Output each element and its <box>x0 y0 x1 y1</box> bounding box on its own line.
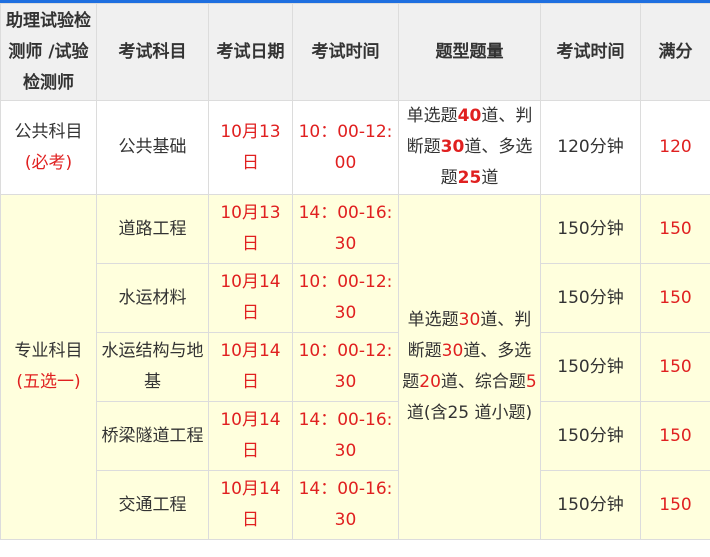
header-subject: 考试科目 <box>96 3 209 101</box>
major-date: 10月14日 <box>208 401 293 471</box>
major-question-types: 单选题30道、判断题30道、多选题20道、综合题5道(含25 道小题) <box>398 194 541 540</box>
table-row-major-5: 交通工程 10月14日 14：00-16:30 150分钟 150 <box>1 470 710 540</box>
major-subject: 桥梁隧道工程 <box>96 401 209 471</box>
major-score: 150 <box>640 194 710 264</box>
major-time: 10：00-12:30 <box>292 263 399 333</box>
header-date: 考试日期 <box>208 3 293 101</box>
public-group-cell: 公共科目 (必考) <box>0 100 97 195</box>
table-row-major-4: 桥梁隧道工程 10月14日 14：00-16:30 150分钟 150 <box>1 401 710 471</box>
major-group-cell: 专业科目 (五选一) <box>0 194 97 540</box>
major-subject: 交通工程 <box>96 470 209 540</box>
major-score: 150 <box>640 263 710 333</box>
exam-schedule-table: 助理试验检测师 /试验检测师 考试科目 考试日期 考试时间 题型题量 考试时间 … <box>0 3 710 540</box>
table-row-major-1: 专业科目 (五选一) 道路工程 10月13日 14：00-16:30 单选题30… <box>0 194 710 540</box>
major-time: 14：00-16:30 <box>292 194 399 264</box>
major-duration: 150分钟 <box>540 332 641 402</box>
header-time: 考试时间 <box>292 3 399 101</box>
major-group-note: (五选一) <box>16 372 81 392</box>
header-row: 助理试验检测师 /试验检测师 考试科目 考试日期 考试时间 题型题量 考试时间 … <box>0 3 710 101</box>
major-subject: 道路工程 <box>96 194 209 264</box>
public-question-types: 单选题40道、判断题30道、多选题25道 <box>398 100 541 195</box>
header-question-types: 题型题量 <box>398 3 541 101</box>
public-subject: 公共基础 <box>96 100 209 195</box>
table-row-major-3: 水运结构与地基 10月14日 10：00-12:30 150分钟 150 <box>1 332 710 402</box>
major-duration: 150分钟 <box>540 401 641 471</box>
major-subject: 水运材料 <box>96 263 209 333</box>
header-level: 助理试验检测师 /试验检测师 <box>0 3 97 101</box>
major-score: 150 <box>640 332 710 402</box>
major-time: 14：00-16:30 <box>292 401 399 471</box>
header-full-score: 满分 <box>640 3 710 101</box>
public-time: 10：00-12:00 <box>292 100 399 195</box>
major-time: 14：00-16:30 <box>292 470 399 540</box>
public-duration: 120分钟 <box>540 100 641 195</box>
header-duration: 考试时间 <box>540 3 641 101</box>
public-group-note: (必考) <box>24 152 73 173</box>
major-score: 150 <box>640 470 710 540</box>
major-date: 10月14日 <box>208 470 293 540</box>
major-score: 150 <box>640 401 710 471</box>
public-group-label: 公共科目 <box>14 121 83 142</box>
major-duration: 150分钟 <box>540 470 641 540</box>
public-date: 10月13日 <box>208 100 293 195</box>
table-row-major-2: 水运材料 10月14日 10：00-12:30 150分钟 150 <box>1 263 710 333</box>
major-subject: 水运结构与地基 <box>96 332 209 402</box>
major-date: 10月14日 <box>208 332 293 402</box>
major-duration: 150分钟 <box>540 263 641 333</box>
public-score: 120 <box>640 100 710 195</box>
major-date: 10月14日 <box>208 263 293 333</box>
table-row-public: 公共科目 (必考) 公共基础 10月13日 10：00-12:00 单选题40道… <box>0 100 710 195</box>
major-duration: 150分钟 <box>540 194 641 264</box>
major-time: 10：00-12:30 <box>292 332 399 402</box>
major-group-label: 专业科目 <box>14 341 83 361</box>
major-date: 10月13日 <box>208 194 293 264</box>
